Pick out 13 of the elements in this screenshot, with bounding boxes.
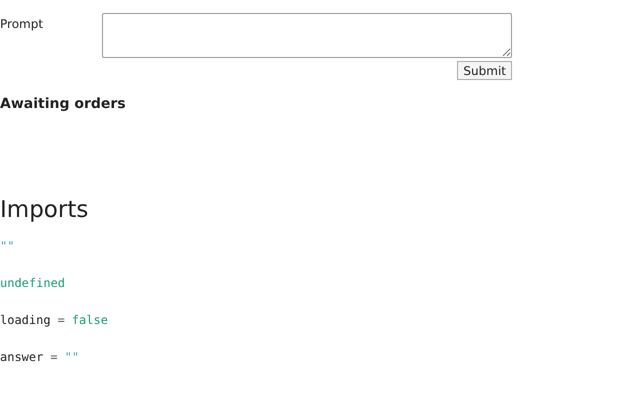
variable-name: answer xyxy=(0,349,44,366)
equals-sign: = xyxy=(58,312,65,329)
status-heading: Awaiting orders xyxy=(0,95,127,114)
variable-value: "" xyxy=(64,349,80,366)
imports-heading: Imports xyxy=(0,196,90,225)
variable-value: "" xyxy=(0,238,14,255)
prompt-field[interactable] xyxy=(102,13,512,58)
variable-value: undefined xyxy=(0,275,66,292)
equals-sign: = xyxy=(50,349,58,366)
prompt-label: Prompt xyxy=(0,16,44,33)
variable-name: loading xyxy=(0,312,51,329)
submit-button[interactable]: Submit xyxy=(457,61,512,80)
variable-value: false xyxy=(72,312,108,329)
